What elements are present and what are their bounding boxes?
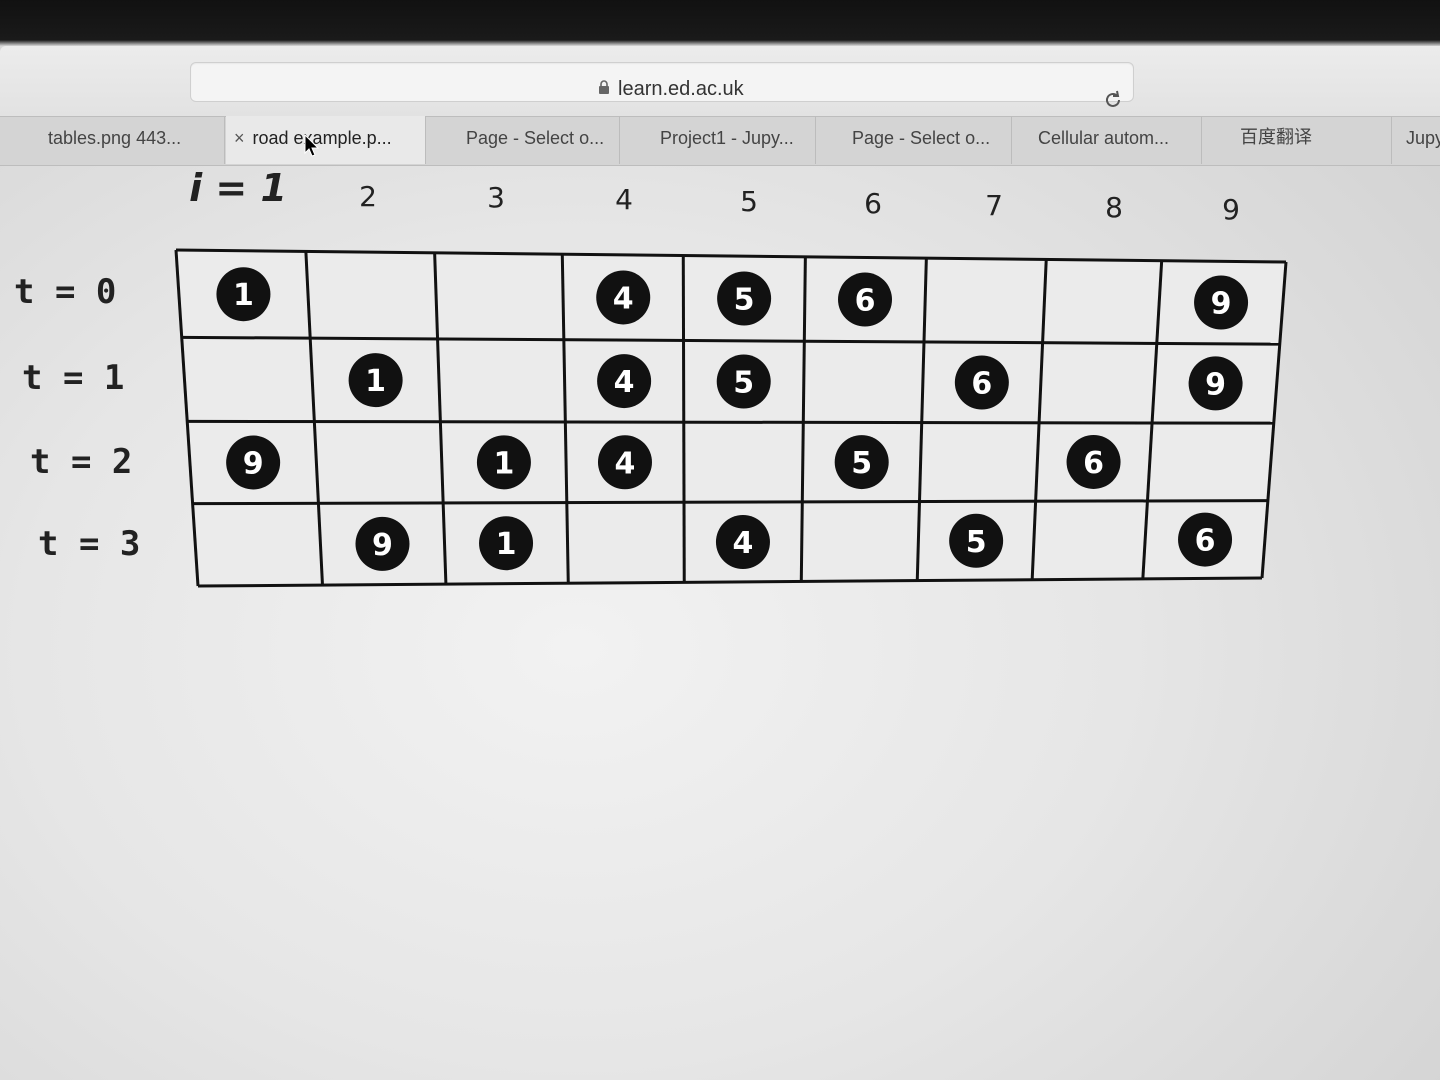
vehicle-label: 6: [1195, 524, 1216, 559]
vehicle-label: 1: [493, 446, 514, 481]
vehicle-label: 9: [1205, 367, 1226, 402]
vehicle-label: 4: [614, 365, 635, 400]
vehicle-label: 6: [855, 284, 876, 319]
vehicle-label: 4: [733, 526, 754, 561]
vehicle-label: 1: [496, 527, 517, 562]
vehicle-label: 4: [613, 281, 634, 316]
vehicle-label: 4: [615, 446, 636, 481]
vehicle-label: 6: [1083, 446, 1104, 481]
state-table-grid: 1 4 5 6 9 1 4 5 6 9 9 1 4 5 6 9 1 4 5 6: [174, 248, 1288, 588]
vehicle-label: 9: [1211, 287, 1232, 322]
vehicle-label: 9: [243, 446, 264, 481]
vehicle-label: 5: [733, 366, 754, 401]
grid-line-vertical: [681, 255, 686, 583]
vehicle-label: 1: [233, 278, 254, 313]
grid-line-horizontal: [187, 419, 1274, 425]
vehicle-label: 5: [966, 525, 987, 560]
vehicle-label: 5: [851, 446, 872, 481]
vehicle-label: 1: [365, 364, 386, 399]
vehicle-label: 5: [734, 282, 755, 317]
vehicle-label: 6: [971, 366, 992, 401]
vehicle-label: 9: [372, 528, 393, 563]
